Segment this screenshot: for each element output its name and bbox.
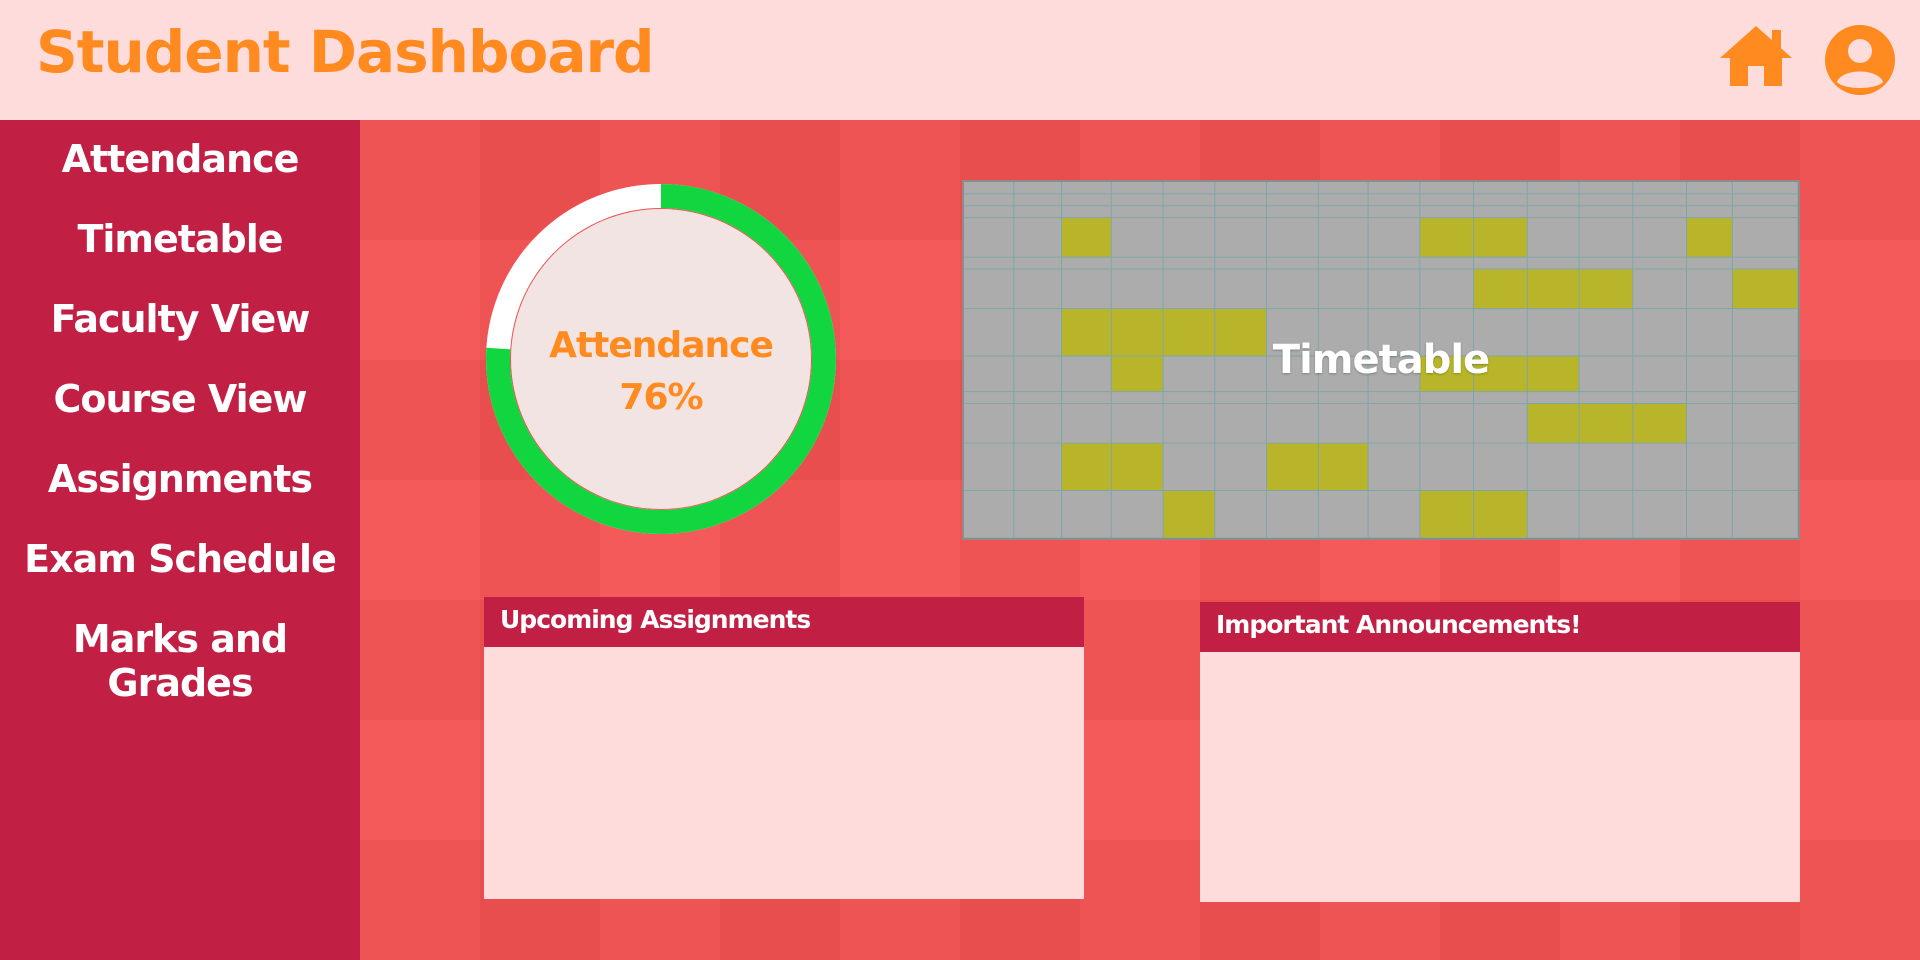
sidebar-item-assignments[interactable]: Assignments <box>0 457 360 501</box>
upcoming-assignments-list <box>484 647 1084 899</box>
sidebar-item-marks-and-grades[interactable]: Marks and Grades <box>0 617 360 705</box>
announcements-title: Important Announcements! <box>1200 602 1800 652</box>
sidebar-item-exam-schedule[interactable]: Exam Schedule <box>0 537 360 581</box>
attendance-label: Attendance <box>549 325 774 366</box>
top-header: Student Dashboard <box>0 0 1920 120</box>
app-title: Student Dashboard <box>36 18 655 86</box>
sidebar-nav: Attendance Timetable Faculty View Course… <box>0 120 360 960</box>
home-icon[interactable] <box>1716 22 1796 90</box>
user-profile-icon[interactable] <box>1824 24 1896 96</box>
attendance-percentage: 76% <box>619 377 703 418</box>
attendance-summary: Attendance 76% <box>482 320 840 424</box>
upcoming-assignments-panel: Upcoming Assignments <box>484 597 1084 899</box>
upcoming-assignments-title: Upcoming Assignments <box>484 597 1084 647</box>
announcements-list <box>1200 652 1800 902</box>
timetable-preview[interactable]: Timetable <box>962 180 1800 540</box>
sidebar-item-faculty-view[interactable]: Faculty View <box>0 297 360 341</box>
sidebar-item-attendance[interactable]: Attendance <box>0 137 360 181</box>
announcements-panel: Important Announcements! <box>1200 602 1800 902</box>
sidebar-item-timetable[interactable]: Timetable <box>0 217 360 261</box>
timetable-label: Timetable <box>1272 337 1490 383</box>
sidebar-item-course-view[interactable]: Course View <box>0 377 360 421</box>
